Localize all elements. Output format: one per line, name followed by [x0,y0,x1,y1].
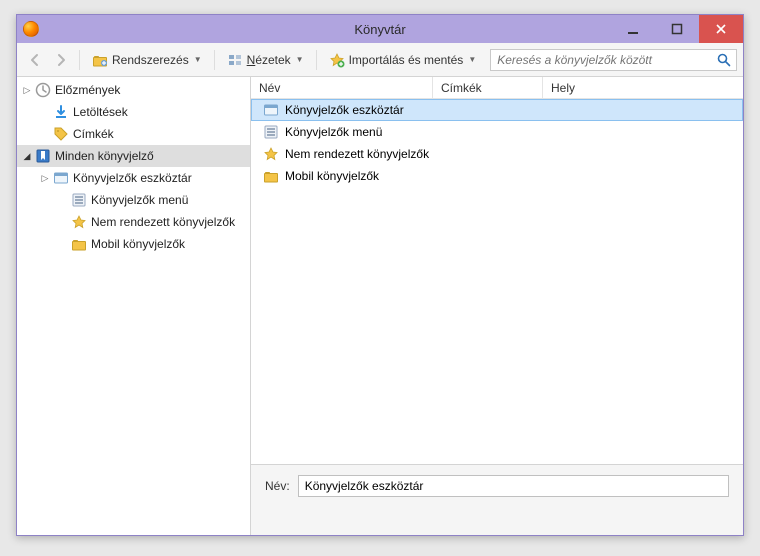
tree-item-label: Címkék [73,127,114,141]
expander-placeholder [57,216,69,228]
toolbar: Rendszerezés ▼ Nézetek ▼ Importálás és m… [17,43,743,77]
list-row[interactable]: Nem rendezett könyvjelzők [251,143,743,165]
tree-item[interactable]: Letöltések [17,101,250,123]
chevron-down-icon: ▼ [468,55,476,64]
chevron-down-icon: ▼ [194,55,202,64]
tree-item[interactable]: ▷ Könyvjelzők eszköztár [17,167,250,189]
bmmenu-icon [263,124,279,140]
expander-icon[interactable]: ▷ [21,84,33,96]
list-row[interactable]: Könyvjelzők eszköztár [251,99,743,121]
organize-label: Rendszerezés [112,53,189,67]
unsorted-icon [71,214,87,230]
main-panel: Név Címkék Hely Könyvjelzők eszköztárKön… [251,77,743,535]
detail-name-label: Név: [265,479,290,493]
bmtoolbar-icon [263,102,279,118]
chevron-down-icon: ▼ [296,55,304,64]
minimize-button[interactable] [611,15,655,43]
body: ▷ Előzmények Letöltések Címkék ◢ Minden könyv… [17,77,743,535]
mobile-icon [263,168,279,184]
separator [214,50,215,70]
tree-item[interactable]: Címkék [17,123,250,145]
list-row-label: Könyvjelzők menü [285,125,382,139]
bmtoolbar-icon [53,170,69,186]
window-buttons [611,15,743,43]
views-label: Nézetek [247,53,291,67]
bmmenu-icon [71,192,87,208]
import-label: Importálás és mentés [349,53,464,67]
tree-item[interactable]: Nem rendezett könyvjelzők [17,211,250,233]
list-row[interactable]: Mobil könyvjelzők [251,165,743,187]
tree-item-label: Nem rendezett könyvjelzők [91,215,235,229]
list-row[interactable]: Könyvjelzők menü [251,121,743,143]
tree-item[interactable]: Könyvjelzők menü [17,189,250,211]
search-icon [716,52,732,68]
back-button[interactable] [23,48,47,72]
mobile-icon [71,236,87,252]
tree-item-label: Könyvjelzők eszköztár [73,171,192,185]
tree-item[interactable]: ◢ Minden könyvjelző [17,145,250,167]
import-menu[interactable]: Importálás és mentés ▼ [323,48,483,72]
separator [79,50,80,70]
close-button[interactable] [699,15,743,43]
tree-item-label: Könyvjelzők menü [91,193,188,207]
column-tags[interactable]: Címkék [433,77,543,98]
tree-item-label: Minden könyvjelző [55,149,154,163]
detail-panel: Név: [251,464,743,535]
detail-name-input[interactable] [298,475,729,497]
tree-item-label: Előzmények [55,83,120,97]
tags-icon [53,126,69,142]
maximize-button[interactable] [655,15,699,43]
tree-panel[interactable]: ▷ Előzmények Letöltések Címkék ◢ Minden könyv… [17,77,251,535]
organize-menu[interactable]: Rendszerezés ▼ [86,48,208,72]
organize-icon [92,52,108,68]
list-row-label: Nem rendezett könyvjelzők [285,147,429,161]
expander-placeholder [39,128,51,140]
firefox-icon [23,21,39,37]
views-icon [227,52,243,68]
column-location[interactable]: Hely [543,77,743,98]
forward-button[interactable] [49,48,73,72]
list-row-label: Mobil könyvjelzők [285,169,379,183]
tree-item[interactable]: Mobil könyvjelzők [17,233,250,255]
expander-icon[interactable]: ◢ [21,150,33,162]
unsorted-icon [263,146,279,162]
expander-icon[interactable]: ▷ [39,172,51,184]
allbm-icon [35,148,51,164]
expander-placeholder [57,194,69,206]
history-icon [35,82,51,98]
views-menu[interactable]: Nézetek ▼ [221,48,310,72]
bookmark-list[interactable]: Könyvjelzők eszköztár Könyvjelzők menü Nem… [251,99,743,464]
column-headers: Név Címkék Hely [251,77,743,99]
download-icon [53,104,69,120]
tree-item-label: Mobil könyvjelzők [91,237,185,251]
import-icon [329,52,345,68]
expander-placeholder [39,106,51,118]
list-row-label: Könyvjelzők eszköztár [285,103,404,117]
column-name[interactable]: Név [251,77,433,98]
search-box[interactable] [490,49,737,71]
tree-item-label: Letöltések [73,105,128,119]
expander-placeholder [57,238,69,250]
tree-item[interactable]: ▷ Előzmények [17,79,250,101]
separator [316,50,317,70]
titlebar[interactable]: Könyvtár [17,15,743,43]
search-input[interactable] [495,52,716,68]
library-window: Könyvtár Rendszerezés ▼ [16,14,744,536]
